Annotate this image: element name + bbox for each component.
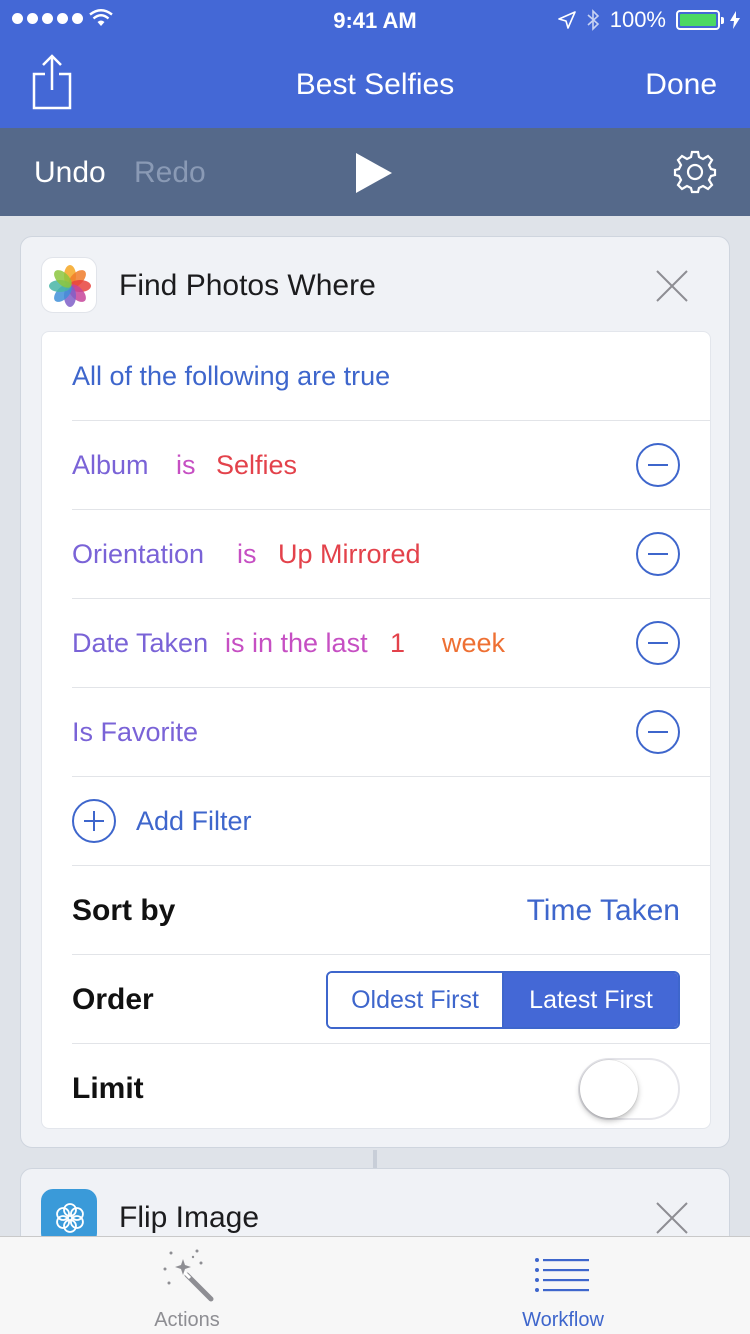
- close-icon[interactable]: [655, 1201, 689, 1235]
- remove-filter-button[interactable]: [636, 443, 680, 487]
- workflow-title: Best Selfies: [295, 68, 455, 101]
- remove-filter-button[interactable]: [636, 532, 680, 576]
- filter-value[interactable]: Selfies: [216, 421, 297, 510]
- filter-operator[interactable]: is in the last: [225, 599, 368, 688]
- sort-by-value[interactable]: Time Taken: [527, 866, 680, 955]
- order-label: Order: [72, 983, 154, 1016]
- battery-icon: [676, 10, 724, 30]
- toggle-knob: [580, 1060, 638, 1118]
- redo-button[interactable]: Redo: [134, 156, 206, 190]
- filter-property[interactable]: Date Taken: [72, 599, 208, 688]
- location-icon: [557, 11, 576, 29]
- match-mode[interactable]: All of the following are true: [72, 332, 390, 421]
- remove-filter-button[interactable]: [636, 621, 680, 665]
- action-title: Flip Image: [119, 1201, 260, 1234]
- match-mode-row[interactable]: All of the following are true: [72, 332, 710, 421]
- filter-row: Album is Selfies: [72, 421, 710, 510]
- done-button[interactable]: Done: [645, 68, 717, 102]
- sort-by-row: Sort by Time Taken: [72, 866, 710, 955]
- add-filter-icon[interactable]: [72, 799, 116, 843]
- order-option-latest-first[interactable]: Latest First: [504, 973, 678, 1027]
- photos-app-icon: [41, 257, 97, 313]
- filter-value[interactable]: 1: [390, 599, 405, 688]
- tab-actions-label: Actions: [154, 1309, 220, 1331]
- filter-unit[interactable]: week: [442, 599, 505, 688]
- add-filter-button[interactable]: Add Filter: [136, 777, 252, 866]
- close-icon[interactable]: [655, 269, 689, 303]
- filter-value[interactable]: Up Mirrored: [278, 510, 421, 599]
- action-connector: [373, 1150, 377, 1168]
- magic-wand-icon: [163, 1249, 214, 1302]
- filter-property[interactable]: Album: [72, 421, 149, 510]
- navigation-bar: 9:41 AM 100% Best Selfies Done: [0, 0, 750, 128]
- action-title: Find Photos Where: [119, 269, 376, 302]
- filter-operator[interactable]: is: [176, 421, 196, 510]
- limit-label: Limit: [72, 1072, 144, 1105]
- order-segmented-control[interactable]: Oldest First Latest First: [326, 971, 680, 1029]
- tab-workflow[interactable]: Workflow: [463, 1237, 663, 1334]
- tab-actions[interactable]: Actions: [87, 1237, 287, 1334]
- bluetooth-icon: [587, 9, 599, 31]
- filter-row: Date Taken is in the last 1 week: [72, 599, 710, 688]
- status-bar: 9:41 AM 100%: [0, 0, 750, 40]
- charging-icon: [730, 11, 740, 29]
- tab-bar: Actions Workflow: [0, 1236, 750, 1334]
- filter-operator[interactable]: is: [237, 510, 257, 599]
- gear-icon[interactable]: [673, 150, 717, 194]
- list-icon: [535, 1258, 589, 1292]
- limit-row: Limit: [72, 1044, 710, 1133]
- remove-filter-button[interactable]: [636, 710, 680, 754]
- order-option-oldest-first[interactable]: Oldest First: [328, 973, 504, 1027]
- filter-property[interactable]: Is Favorite: [72, 688, 198, 777]
- sort-by-label: Sort by: [72, 894, 176, 927]
- play-icon[interactable]: [355, 152, 393, 194]
- limit-toggle[interactable]: [578, 1058, 680, 1120]
- filter-property[interactable]: Orientation: [72, 510, 204, 599]
- battery-percent: 100%: [609, 7, 666, 32]
- filter-row: Orientation is Up Mirrored: [72, 510, 710, 599]
- filter-row: Is Favorite: [72, 688, 710, 777]
- filter-panel: All of the following are true Album is S…: [41, 331, 711, 1129]
- tab-workflow-label: Workflow: [522, 1309, 604, 1331]
- add-filter-row[interactable]: Add Filter: [72, 777, 710, 866]
- editor-toolbar: Undo Redo: [0, 128, 750, 216]
- status-right: 100%: [557, 7, 740, 33]
- find-photos-action-card: Find Photos Where All of the following a…: [20, 236, 730, 1148]
- undo-button[interactable]: Undo: [34, 156, 106, 190]
- order-row: Order Oldest First Latest First: [72, 955, 710, 1044]
